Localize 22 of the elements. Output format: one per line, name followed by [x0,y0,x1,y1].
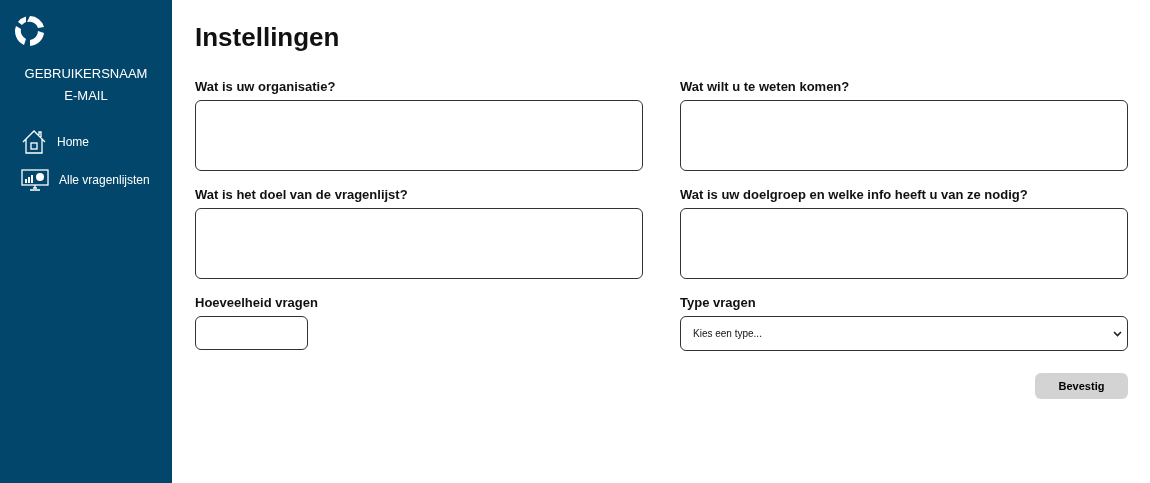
page-title: Instellingen [195,22,341,53]
field-label: Hoeveelheid vragen [195,295,319,310]
field-label: Wat is uw organisatie? [195,79,337,94]
number-field[interactable] [195,316,308,350]
email: E-MAIL [64,87,108,105]
select-field[interactable]: Kies een type... [680,316,1128,351]
house-icon [21,129,47,155]
text-area[interactable] [680,208,1128,279]
monitor-chart-icon [21,169,49,191]
username: GEBRUIKERSNAAM [24,65,148,83]
field-label: Type vragen [680,295,757,310]
field-label: Wat wilt u te weten komen? [680,79,851,94]
text-area[interactable] [195,208,643,279]
logo-icon [13,14,47,48]
confirm-button[interactable]: Bevestig [1035,373,1128,399]
text-area[interactable] [680,100,1128,171]
text-area[interactable] [195,100,643,171]
caret-icon [1113,330,1122,337]
nav-item[interactable]: Home [21,129,172,155]
nav-item[interactable]: Alle vragenlijsten [21,169,172,191]
field-label: Wat is het doel van de vragenlijst? [195,187,409,202]
field-label: Wat is uw doelgroep en welke info heeft u van ze nodig? [680,187,1029,202]
